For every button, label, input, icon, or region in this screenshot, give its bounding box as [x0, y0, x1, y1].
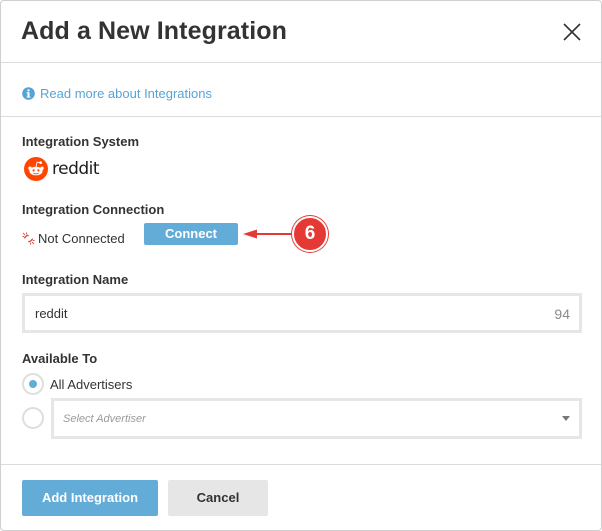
info-row: Read more about Integrations: [22, 84, 212, 102]
advertiser-select[interactable]: Select Advertiser: [51, 398, 582, 439]
dialog-title: Add a New Integration: [21, 17, 288, 45]
info-icon: [22, 86, 35, 100]
reddit-logo: reddit: [24, 157, 100, 181]
annotation-step-badge: 6: [292, 216, 328, 252]
cancel-button[interactable]: Cancel: [168, 480, 268, 516]
select-advertiser-radio[interactable]: [22, 407, 44, 429]
char-counter: 94: [554, 306, 570, 322]
add-integration-button[interactable]: Add Integration: [22, 480, 158, 516]
all-advertisers-radio[interactable]: [22, 373, 44, 395]
dialog-header: Add a New Integration: [1, 1, 601, 63]
integration-connection-label: Integration Connection: [22, 202, 165, 217]
section-divider: [1, 116, 601, 117]
all-advertisers-label: All Advertisers: [50, 377, 133, 392]
close-icon: [563, 23, 581, 41]
available-to-label: Available To: [22, 351, 98, 366]
add-integration-dialog: Add a New Integration Read more about In…: [0, 0, 602, 531]
read-more-link[interactable]: Read more about Integrations: [40, 86, 212, 101]
integration-name-input[interactable]: [35, 296, 515, 330]
connection-status: Not Connected: [22, 231, 125, 246]
reddit-alien-icon: [24, 157, 48, 181]
broken-link-icon: [22, 232, 35, 245]
chevron-down-icon: [562, 416, 570, 421]
integration-name-field-wrap: 94: [22, 293, 582, 333]
integration-system-label: Integration System: [22, 134, 140, 149]
radio-selected-dot: [29, 380, 37, 388]
connect-button[interactable]: Connect: [144, 223, 238, 245]
close-button[interactable]: [561, 21, 583, 43]
reddit-wordmark: reddit: [52, 159, 100, 179]
status-text: Not Connected: [38, 231, 125, 246]
advertiser-select-placeholder: Select Advertiser: [63, 413, 146, 425]
integration-name-label: Integration Name: [22, 272, 129, 287]
